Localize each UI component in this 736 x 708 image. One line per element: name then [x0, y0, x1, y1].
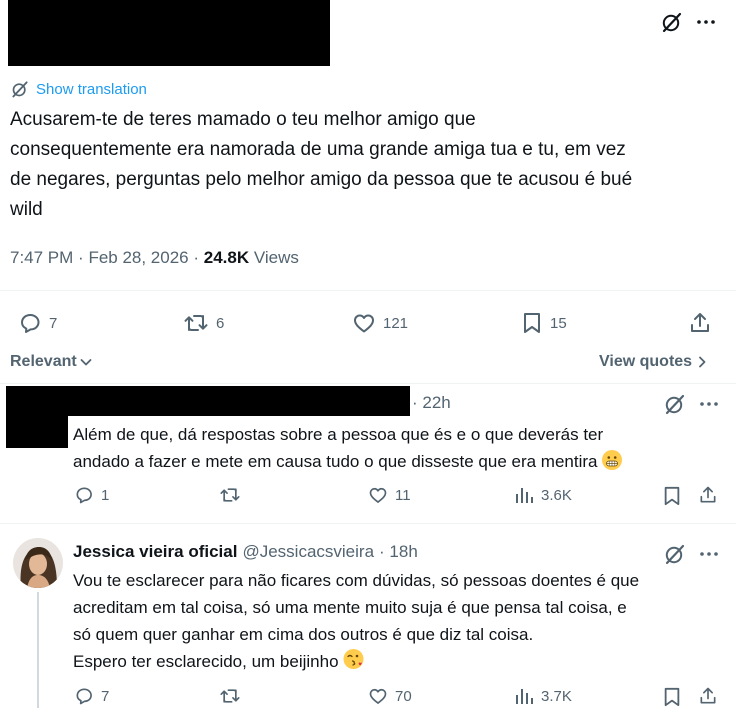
views-icon [514, 686, 534, 706]
reply-count: 1 [101, 486, 110, 504]
tweet-line: consequentemente era namorada de uma gra… [10, 139, 626, 160]
chevron-down-icon [79, 355, 93, 369]
grok-icon[interactable] [663, 392, 687, 416]
grok-icon[interactable] [660, 10, 684, 34]
repost-icon [219, 485, 241, 505]
like-button[interactable]: 11 [368, 485, 411, 505]
reply-line-with-emoji: andado a fazer e mete em causa tudo o qu… [73, 448, 713, 475]
views-icon [514, 485, 534, 505]
repost-icon [183, 311, 209, 335]
bookmark-button[interactable]: 15 [521, 311, 567, 335]
repost-icon [219, 686, 241, 706]
like-icon [352, 311, 376, 335]
like-count: 11 [395, 486, 411, 504]
more-icon[interactable] [694, 10, 718, 34]
like-count: 70 [395, 687, 412, 705]
reply-line: Além de que, dá respostas sobre a pessoa… [73, 425, 604, 444]
share-icon[interactable] [698, 485, 718, 505]
reply-line: só quem quer ganhar em cima dos outros é… [73, 625, 534, 644]
reply-button[interactable]: 7 [74, 686, 109, 706]
user-handle[interactable]: @Jessicacsvieira [242, 542, 374, 562]
redacted-username [68, 386, 410, 416]
reply-header: Jessica vieira oficial @Jessicacsvieira … [73, 542, 418, 562]
reply-time[interactable]: · 22h [412, 393, 451, 413]
share-icon[interactable] [688, 311, 712, 335]
repost-button[interactable] [219, 686, 248, 706]
tweet-date[interactable]: Feb 28, 2026 [88, 248, 188, 267]
like-icon [368, 686, 388, 706]
reply-count: 7 [49, 314, 58, 332]
sort-dropdown[interactable]: Relevant [10, 353, 93, 371]
share-icon[interactable] [698, 686, 718, 706]
reply-body: Vou te esclarecer para não ficares com d… [73, 567, 723, 675]
bookmark-icon[interactable] [662, 686, 682, 708]
thread-line [37, 592, 39, 708]
show-translation-label: Show translation [36, 80, 147, 98]
views-button[interactable]: 3.6K [514, 485, 572, 505]
tweet-meta: 7:47 PM · Feb 28, 2026 · 24.8K Views [10, 248, 299, 267]
face-blowing-kiss-emoji [343, 648, 364, 669]
repost-button[interactable] [219, 485, 248, 505]
more-icon[interactable] [697, 392, 721, 416]
repost-button[interactable]: 6 [183, 311, 224, 335]
avatar[interactable] [13, 538, 63, 588]
reply-count: 7 [101, 687, 110, 705]
grok-icon[interactable] [663, 542, 687, 566]
reply-line: Vou te esclarecer para não ficares com d… [73, 571, 640, 590]
like-button[interactable]: 121 [352, 311, 408, 335]
reply-button[interactable]: 7 [18, 311, 57, 335]
show-translation-link[interactable]: Show translation [10, 79, 147, 99]
grimacing-face-emoji [602, 450, 623, 470]
like-button[interactable]: 70 [368, 686, 412, 706]
chevron-right-icon [696, 355, 708, 369]
reply-time[interactable]: · 18h [379, 542, 418, 562]
reply-body: Além de que, dá respostas sobre a pessoa… [73, 421, 713, 475]
views-label: Views [253, 248, 299, 267]
reply-line-with-emoji: Espero ter esclarecido, um beijinho [73, 648, 723, 675]
reply-icon [74, 686, 94, 706]
tweet-body: Acusarem-te de teres mamado o teu melhor… [10, 105, 730, 225]
views-count: 24.8K [203, 248, 250, 267]
bookmark-icon[interactable] [662, 485, 682, 507]
reply-line: acreditam em tal coisa, só uma mente mui… [73, 598, 627, 617]
redacted-author-block [8, 0, 330, 66]
tweet-time[interactable]: 7:47 PM [10, 248, 73, 267]
reply-icon [74, 485, 94, 505]
bookmark-icon [521, 311, 543, 335]
like-icon [368, 485, 388, 505]
redacted-avatar [6, 386, 68, 448]
tweet-line: Acusarem-te de teres mamado o teu melhor… [10, 109, 476, 130]
repost-count: 6 [216, 314, 225, 332]
tweet-line: wild [10, 199, 43, 220]
view-quotes-label: View quotes [599, 353, 693, 370]
more-icon[interactable] [697, 542, 721, 566]
translate-icon [10, 79, 30, 99]
tweet-line: de negares, perguntas pelo melhor amigo … [10, 169, 633, 190]
reply-icon [18, 311, 42, 335]
display-name[interactable]: Jessica vieira oficial [73, 542, 237, 562]
reply-button[interactable]: 1 [74, 485, 109, 505]
views-count: 3.7K [541, 687, 572, 705]
bookmark-count: 15 [550, 314, 567, 332]
sort-label: Relevant [10, 353, 77, 370]
views-button[interactable]: 3.7K [514, 686, 572, 706]
view-quotes-link[interactable]: View quotes [599, 353, 708, 371]
views-count: 3.6K [541, 486, 572, 504]
like-count: 121 [383, 314, 409, 332]
